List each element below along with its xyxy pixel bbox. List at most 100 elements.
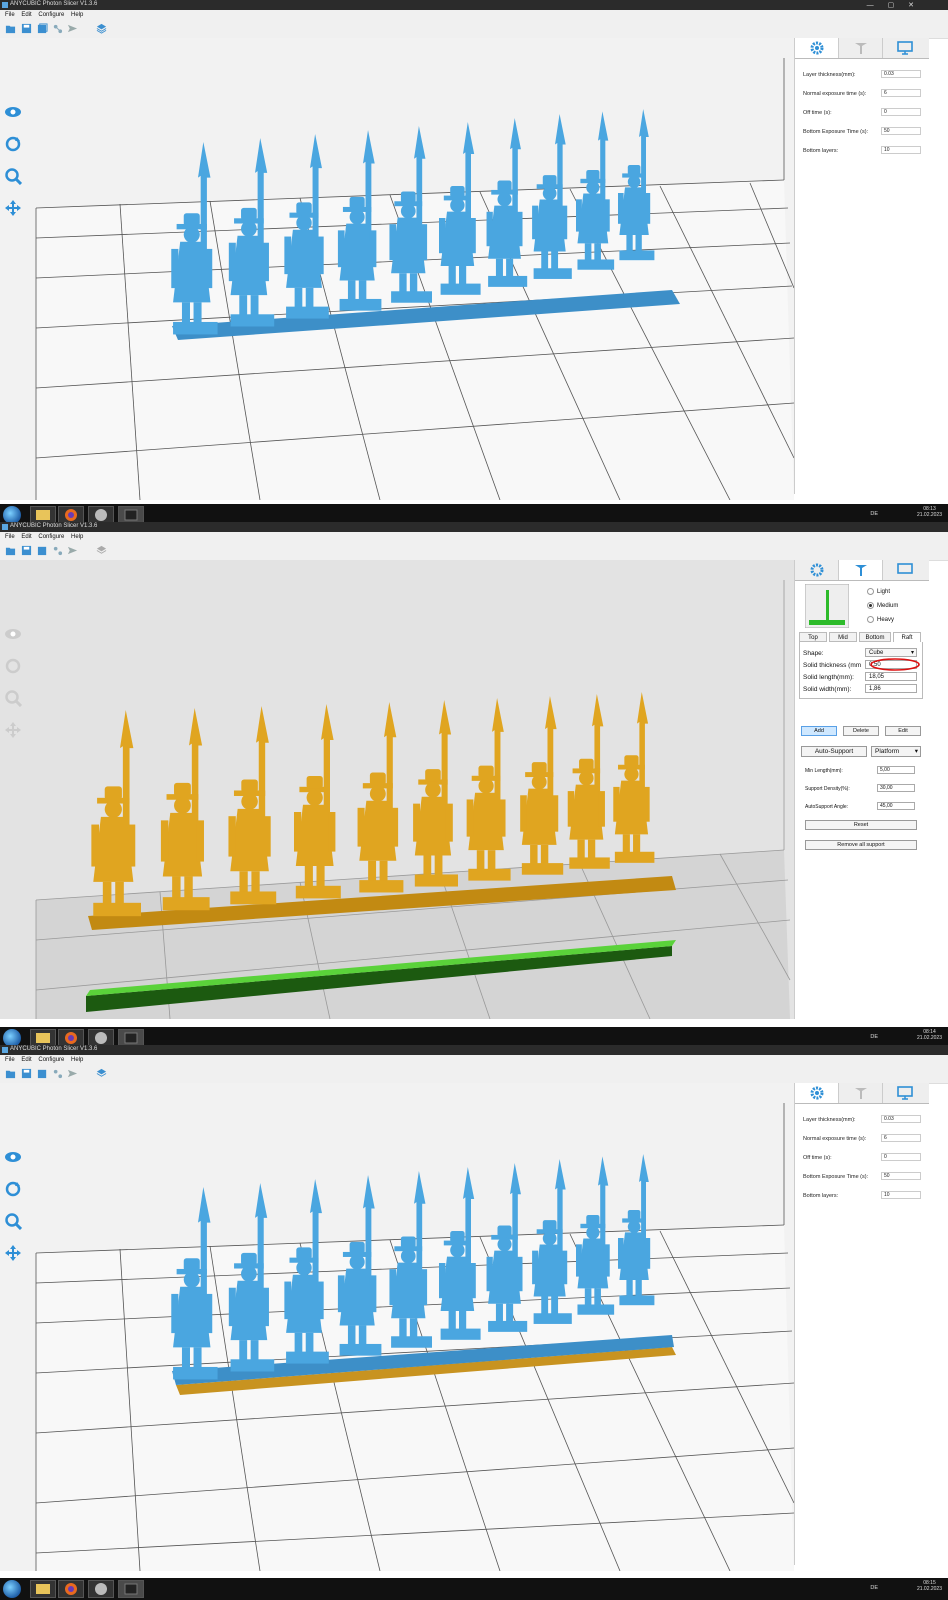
menu-file[interactable]: File xyxy=(5,12,15,18)
save-icon[interactable] xyxy=(21,1068,32,1079)
eye-icon[interactable] xyxy=(4,625,22,643)
tab-supports[interactable] xyxy=(839,1083,883,1103)
menu-help[interactable]: Help xyxy=(71,12,83,18)
zoom-icon[interactable] xyxy=(4,167,22,185)
move-icon[interactable] xyxy=(4,199,22,217)
eye-icon[interactable] xyxy=(4,103,22,121)
save-all-icon[interactable] xyxy=(37,545,48,556)
bottom-exposure-input[interactable]: 50 xyxy=(881,1172,921,1180)
photon-slicer-taskbar-icon[interactable] xyxy=(118,1580,144,1598)
support-tool-icon[interactable] xyxy=(52,23,63,34)
language-indicator[interactable]: DE xyxy=(870,511,878,517)
rotate-icon[interactable] xyxy=(4,657,22,675)
start-button[interactable] xyxy=(3,1580,21,1598)
layers-icon[interactable] xyxy=(96,545,107,556)
screenshot-3: ANYCUBIC Photon Slicer V1.3.6 File Edit … xyxy=(0,1045,948,1600)
tab-machine[interactable] xyxy=(883,38,926,58)
language-indicator[interactable]: DE xyxy=(870,1034,878,1040)
subtab-bottom[interactable]: Bottom xyxy=(859,632,891,642)
menu-edit[interactable]: Edit xyxy=(21,12,31,18)
auto-support-button[interactable]: Auto-Support xyxy=(801,746,867,757)
menu-edit[interactable]: Edit xyxy=(21,1057,31,1063)
tab-settings[interactable] xyxy=(795,560,839,580)
zoom-icon[interactable] xyxy=(4,1212,22,1230)
send-icon[interactable] xyxy=(67,1068,78,1079)
clock[interactable]: 08:13 21.02.2023 xyxy=(917,506,942,518)
normal-exposure-input[interactable]: 6 xyxy=(881,89,921,97)
save-icon[interactable] xyxy=(21,23,32,34)
firefox-taskbar-icon[interactable] xyxy=(58,1580,84,1598)
shape-select[interactable]: Cube ▾ xyxy=(865,648,917,657)
subtab-mid[interactable]: Mid xyxy=(829,632,857,642)
panel-tabs xyxy=(795,38,929,59)
bottom-exposure-input[interactable]: 50 xyxy=(881,127,921,135)
autosupport-angle-input[interactable]: 45,00 xyxy=(877,802,915,810)
menu-help[interactable]: Help xyxy=(71,534,83,540)
support-tool-icon[interactable] xyxy=(52,545,63,556)
explorer-taskbar-icon[interactable] xyxy=(30,1580,56,1598)
menu-file[interactable]: File xyxy=(5,1057,15,1063)
normal-exposure-input[interactable]: 6 xyxy=(881,1134,921,1142)
solid-length-row: Solid length(mm): 18,05 xyxy=(803,672,921,683)
menu-configure[interactable]: Configure xyxy=(38,12,64,18)
eye-icon[interactable] xyxy=(4,1148,22,1166)
monitor-icon xyxy=(896,563,913,574)
send-icon[interactable] xyxy=(67,23,78,34)
tab-settings[interactable] xyxy=(795,38,839,58)
solid-length-input[interactable]: 18,05 xyxy=(865,672,917,681)
open-folder-icon[interactable] xyxy=(5,1068,16,1079)
clock[interactable]: 08:14 21.02.2023 xyxy=(917,1029,942,1041)
bottom-layers-input[interactable]: 10 xyxy=(881,146,921,154)
layer-thickness-input[interactable]: 0.03 xyxy=(881,70,921,78)
subtab-top[interactable]: Top xyxy=(799,632,827,642)
off-time-input[interactable]: 0 xyxy=(881,108,921,116)
app-taskbar-icon[interactable] xyxy=(88,1580,114,1598)
language-indicator[interactable]: DE xyxy=(870,1585,878,1591)
platform-select[interactable]: Platform ▾ xyxy=(871,746,921,757)
solid-width-input[interactable]: 1,86 xyxy=(865,684,917,693)
off-time-input[interactable]: 0 xyxy=(881,1153,921,1161)
support-density-input[interactable]: 30,00 xyxy=(877,784,915,792)
add-button[interactable]: Add xyxy=(801,726,837,736)
rotate-icon[interactable] xyxy=(4,135,22,153)
save-icon[interactable] xyxy=(21,545,32,556)
save-all-icon[interactable] xyxy=(37,1068,48,1079)
menu-file[interactable]: File xyxy=(5,534,15,540)
3d-viewport[interactable] xyxy=(0,38,794,500)
tab-machine[interactable] xyxy=(883,1083,926,1103)
reset-button[interactable]: Reset xyxy=(805,820,917,830)
menu-configure[interactable]: Configure xyxy=(38,534,64,540)
layers-icon[interactable] xyxy=(96,1068,107,1079)
rotate-icon[interactable] xyxy=(4,1180,22,1198)
delete-button[interactable]: Delete xyxy=(843,726,879,736)
menu-help[interactable]: Help xyxy=(71,1057,83,1063)
move-icon[interactable] xyxy=(4,1244,22,1262)
bottom-layers-input[interactable]: 10 xyxy=(881,1191,921,1199)
tab-supports[interactable] xyxy=(839,38,883,58)
tab-machine[interactable] xyxy=(883,560,926,580)
move-icon[interactable] xyxy=(4,721,22,739)
subtab-raft[interactable]: Raft xyxy=(893,632,921,642)
window-controls[interactable]: — ▢ ✕ xyxy=(867,1,920,9)
zoom-icon[interactable] xyxy=(4,689,22,707)
density-medium[interactable]: Medium xyxy=(867,602,898,609)
send-icon[interactable] xyxy=(67,545,78,556)
tab-supports[interactable] xyxy=(839,560,883,580)
3d-viewport[interactable] xyxy=(0,560,794,1019)
clock[interactable]: 08:15 21.02.2023 xyxy=(917,1580,942,1592)
3d-viewport[interactable] xyxy=(0,1083,794,1571)
open-folder-icon[interactable] xyxy=(5,545,16,556)
min-length-input[interactable]: 5,00 xyxy=(877,766,915,774)
edit-button[interactable]: Edit xyxy=(885,726,921,736)
layers-icon[interactable] xyxy=(96,23,107,34)
density-heavy[interactable]: Heavy xyxy=(867,616,894,623)
save-all-icon[interactable] xyxy=(37,23,48,34)
menu-edit[interactable]: Edit xyxy=(21,534,31,540)
remove-all-support-button[interactable]: Remove all support xyxy=(805,840,917,850)
support-tool-icon[interactable] xyxy=(52,1068,63,1079)
open-folder-icon[interactable] xyxy=(5,23,16,34)
tab-settings[interactable] xyxy=(795,1083,839,1103)
density-light[interactable]: Light xyxy=(867,588,890,595)
menu-configure[interactable]: Configure xyxy=(38,1057,64,1063)
layer-thickness-input[interactable]: 0.03 xyxy=(881,1115,921,1123)
